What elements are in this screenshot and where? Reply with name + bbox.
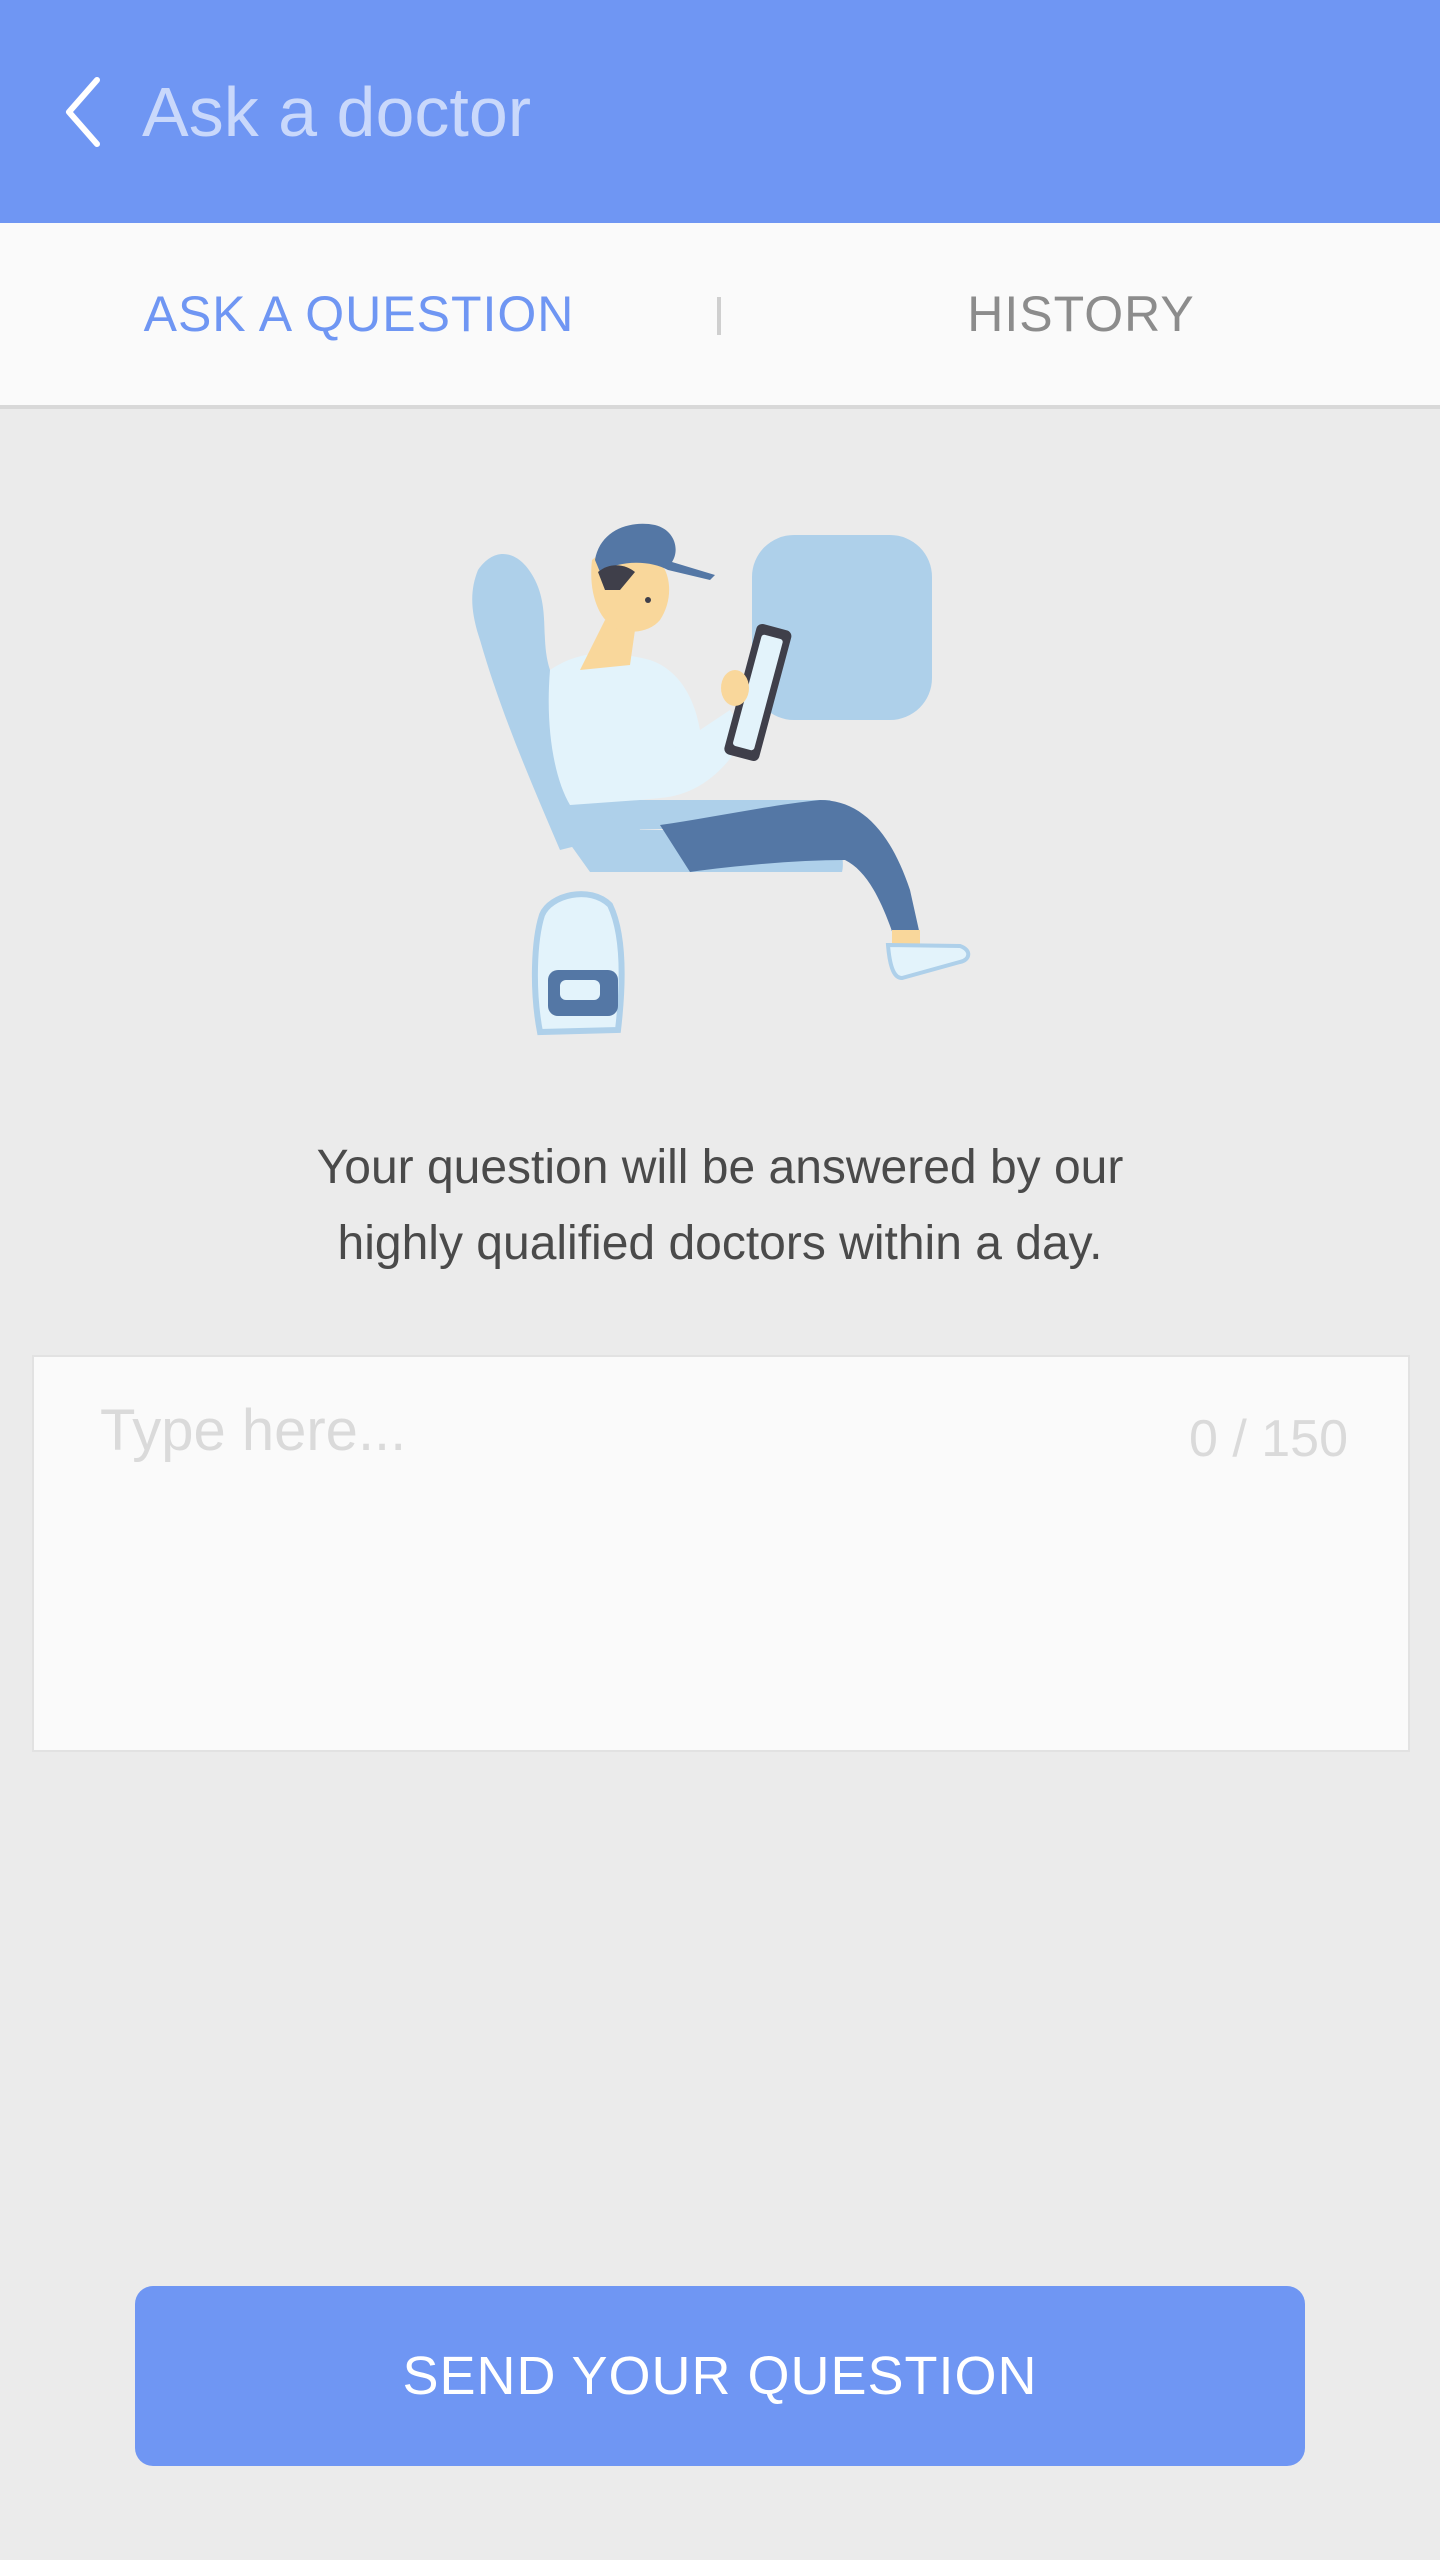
hand-shape	[721, 670, 749, 706]
send-question-button[interactable]: SEND YOUR QUESTION	[135, 2286, 1305, 2466]
backpack-pocket-flap-shape	[560, 980, 600, 1000]
question-card: 0 / 150	[32, 1355, 1410, 1752]
question-input[interactable]	[100, 1397, 1120, 1697]
info-text: Your question will be answered by our hi…	[120, 1130, 1320, 1282]
info-text-line-2: highly qualified doctors within a day.	[337, 1217, 1103, 1270]
tab-history[interactable]: HISTORY	[722, 223, 1440, 405]
tab-bar: ASK A QUESTION HISTORY	[0, 223, 1440, 409]
window-shape	[752, 535, 932, 720]
shoe-shape	[885, 942, 971, 981]
tab-divider	[717, 297, 721, 335]
eye-shape	[645, 597, 651, 603]
character-counter: 0 / 150	[1188, 1410, 1348, 1468]
app-bar: Ask a doctor	[0, 0, 1440, 223]
person-reading-tablet-in-seat-illustration	[472, 523, 971, 1036]
tab-ask-a-question[interactable]: ASK A QUESTION	[0, 223, 718, 405]
info-text-line-1: Your question will be answered by our	[316, 1141, 1124, 1194]
back-button[interactable]	[40, 62, 130, 162]
torso-shape	[548, 653, 740, 805]
chevron-left-icon	[66, 77, 100, 147]
page-title: Ask a doctor	[142, 73, 532, 151]
